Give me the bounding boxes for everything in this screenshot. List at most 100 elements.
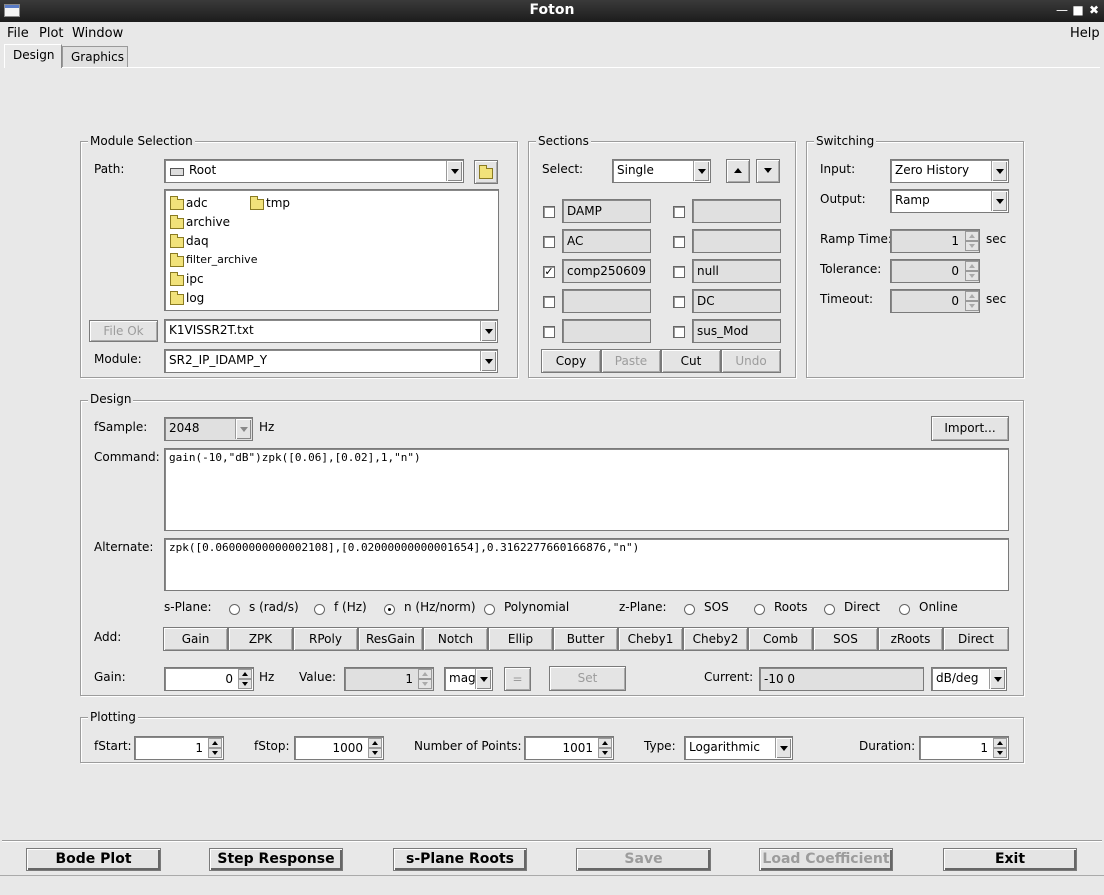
zplane-radio-direct[interactable] bbox=[824, 604, 835, 615]
chevron-down-icon[interactable] bbox=[475, 669, 491, 689]
section-checkbox[interactable] bbox=[673, 266, 685, 278]
chevron-down-icon[interactable] bbox=[693, 161, 709, 181]
splane-option-n[interactable]: n (Hz/norm) bbox=[404, 600, 476, 614]
minimize-icon[interactable]: — bbox=[1054, 2, 1070, 18]
file-ok-button[interactable]: File Ok bbox=[89, 320, 158, 342]
zplane-radio-online[interactable] bbox=[899, 604, 910, 615]
splane-option-polynomial[interactable]: Polynomial bbox=[504, 600, 569, 614]
section-name[interactable] bbox=[692, 199, 781, 223]
section-name[interactable]: comp250609 bbox=[562, 259, 651, 283]
file-list[interactable]: adc tmp archive daq filter_archive ipc l… bbox=[164, 189, 499, 311]
folder-log[interactable]: log bbox=[186, 291, 204, 305]
fsample-combo[interactable]: 2048 bbox=[164, 417, 253, 441]
value-mode-combo[interactable]: mag bbox=[444, 667, 493, 691]
splane-option-f[interactable]: f (Hz) bbox=[334, 600, 367, 614]
paste-button[interactable]: Paste bbox=[601, 349, 661, 373]
menu-file[interactable]: File bbox=[7, 26, 29, 41]
cut-button[interactable]: Cut bbox=[661, 349, 721, 373]
tab-design[interactable]: Design bbox=[4, 44, 62, 68]
add-rpoly-button[interactable]: RPoly bbox=[293, 627, 358, 651]
tab-graphics[interactable]: Graphics bbox=[62, 46, 128, 68]
add-comb-button[interactable]: Comb bbox=[748, 627, 813, 651]
section-checkbox[interactable] bbox=[543, 236, 555, 248]
s-plane-roots-button[interactable]: s-Plane Roots bbox=[393, 848, 527, 871]
exit-button[interactable]: Exit bbox=[943, 848, 1077, 871]
step-response-button[interactable]: Step Response bbox=[209, 848, 343, 871]
section-checkbox[interactable] bbox=[543, 326, 555, 338]
bode-plot-button[interactable]: Bode Plot bbox=[26, 848, 161, 871]
add-cheby1-button[interactable]: Cheby1 bbox=[618, 627, 683, 651]
section-up-button[interactable] bbox=[726, 159, 750, 183]
current-unit-combo[interactable]: dB/deg bbox=[931, 667, 1007, 691]
section-checkbox[interactable] bbox=[673, 326, 685, 338]
set-button[interactable]: Set bbox=[549, 666, 626, 691]
alternate-input[interactable]: zpk([0.06000000000002108],[0.02000000000… bbox=[164, 538, 1009, 591]
folder-archive[interactable]: archive bbox=[186, 215, 230, 229]
add-resgain-button[interactable]: ResGain bbox=[358, 627, 423, 651]
module-combo[interactable]: SR2_IP_IDAMP_Y bbox=[164, 349, 498, 373]
section-name[interactable]: null bbox=[692, 259, 781, 283]
add-sos-button[interactable]: SOS bbox=[813, 627, 878, 651]
section-down-button[interactable] bbox=[756, 159, 780, 183]
folder-adc[interactable]: adc bbox=[186, 196, 208, 210]
section-name[interactable]: DC bbox=[692, 289, 781, 313]
maximize-icon[interactable]: ■ bbox=[1070, 2, 1086, 18]
chevron-down-icon[interactable] bbox=[446, 161, 462, 181]
add-cheby2-button[interactable]: Cheby2 bbox=[683, 627, 748, 651]
section-name[interactable] bbox=[562, 319, 651, 343]
chevron-down-icon[interactable] bbox=[991, 191, 1007, 211]
input-combo[interactable]: Zero History bbox=[890, 159, 1009, 183]
add-zroots-button[interactable]: zRoots bbox=[878, 627, 943, 651]
add-notch-button[interactable]: Notch bbox=[423, 627, 488, 651]
zplane-option-sos[interactable]: SOS bbox=[704, 600, 729, 614]
section-name[interactable] bbox=[562, 289, 651, 313]
zplane-radio-sos[interactable] bbox=[684, 604, 695, 615]
folder-tmp[interactable]: tmp bbox=[266, 196, 290, 210]
copy-button[interactable]: Copy bbox=[541, 349, 601, 373]
splane-option-s[interactable]: s (rad/s) bbox=[249, 600, 299, 614]
folder-filter-archive[interactable]: filter_archive bbox=[186, 253, 257, 266]
menu-plot[interactable]: Plot bbox=[39, 26, 64, 41]
type-combo[interactable]: Logarithmic bbox=[684, 736, 793, 760]
section-name[interactable]: DAMP bbox=[562, 199, 651, 223]
import-button[interactable]: Import... bbox=[931, 416, 1009, 441]
command-input[interactable]: gain(-10,"dB")zpk([0.06],[0.02],1,"n") bbox=[164, 448, 1009, 531]
parent-folder-button[interactable] bbox=[474, 160, 498, 184]
load-coefficient-button[interactable]: Load Coefficient bbox=[759, 848, 893, 871]
close-icon[interactable]: ✖ bbox=[1086, 2, 1102, 18]
section-checkbox-checked[interactable]: ✓ bbox=[543, 266, 555, 278]
section-checkbox[interactable] bbox=[673, 296, 685, 308]
menu-window[interactable]: Window bbox=[72, 26, 123, 41]
add-butter-button[interactable]: Butter bbox=[553, 627, 618, 651]
section-name[interactable] bbox=[692, 229, 781, 253]
chevron-down-icon[interactable] bbox=[775, 738, 791, 758]
chevron-down-icon[interactable] bbox=[989, 669, 1005, 689]
chevron-down-icon[interactable] bbox=[480, 321, 496, 341]
section-checkbox[interactable] bbox=[673, 206, 685, 218]
section-checkbox[interactable] bbox=[543, 206, 555, 218]
splane-radio-f[interactable] bbox=[314, 604, 325, 615]
save-button[interactable]: Save bbox=[576, 848, 711, 871]
section-name[interactable]: AC bbox=[562, 229, 651, 253]
section-name[interactable]: sus_Mod bbox=[692, 319, 781, 343]
select-combo[interactable]: Single bbox=[612, 159, 711, 183]
section-checkbox[interactable] bbox=[673, 236, 685, 248]
add-ellip-button[interactable]: Ellip bbox=[488, 627, 553, 651]
equals-button[interactable]: = bbox=[504, 667, 531, 691]
splane-radio-s[interactable] bbox=[229, 604, 240, 615]
add-gain-button[interactable]: Gain bbox=[163, 627, 228, 651]
chevron-down-icon[interactable] bbox=[235, 419, 251, 439]
menu-help[interactable]: Help bbox=[1070, 26, 1100, 41]
undo-button[interactable]: Undo bbox=[721, 349, 781, 373]
add-zpk-button[interactable]: ZPK bbox=[228, 627, 293, 651]
file-combo[interactable]: K1VISSR2T.txt bbox=[164, 319, 498, 343]
zplane-option-direct[interactable]: Direct bbox=[844, 600, 880, 614]
folder-ipc[interactable]: ipc bbox=[186, 272, 204, 286]
zplane-radio-roots[interactable] bbox=[754, 604, 765, 615]
zplane-option-online[interactable]: Online bbox=[919, 600, 958, 614]
folder-daq[interactable]: daq bbox=[186, 234, 209, 248]
splane-radio-polynomial[interactable] bbox=[484, 604, 495, 615]
section-checkbox[interactable] bbox=[543, 296, 555, 308]
add-direct-button[interactable]: Direct bbox=[943, 627, 1009, 651]
chevron-down-icon[interactable] bbox=[991, 161, 1007, 181]
